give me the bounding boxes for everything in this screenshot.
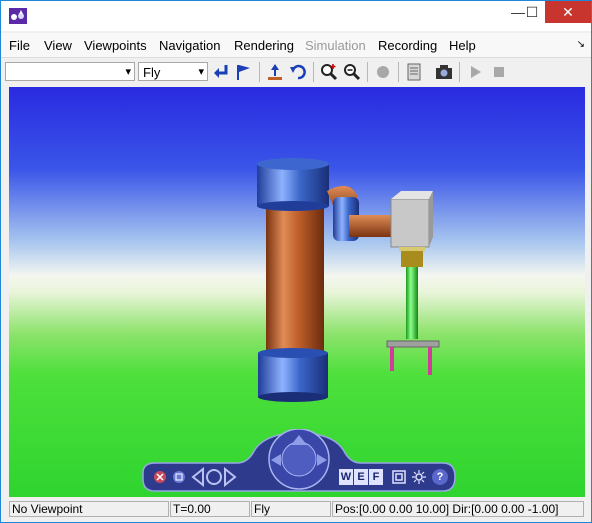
undo-move-icon[interactable] (288, 62, 308, 82)
play-disabled-icon[interactable] (465, 62, 485, 82)
app-logo-icon (9, 8, 27, 24)
status-mode: Fly (251, 501, 331, 517)
snapshot-camera-icon[interactable] (434, 62, 454, 82)
menu-view[interactable]: View (44, 38, 72, 53)
status-bar: No Viewpoint T=0.00 Fly Pos:[0.00 0.00 1… (1, 499, 591, 521)
zoom-in-icon[interactable] (319, 62, 339, 82)
examine-mode-button[interactable]: E (354, 469, 368, 485)
slide-arrows[interactable] (191, 466, 237, 488)
navigation-panel: W E F ? (139, 428, 459, 495)
headlight-icon[interactable] (411, 469, 427, 485)
close-button[interactable]: ✕ (545, 1, 591, 23)
menu-recording[interactable]: Recording (378, 38, 437, 53)
gripper-finger-right (428, 347, 432, 375)
walk-mode-button[interactable]: W (339, 469, 353, 485)
title-bar: — ☐ ✕ (1, 1, 591, 31)
toolbar-separator (259, 62, 260, 82)
toolbar-separator (398, 62, 399, 82)
fit-view-icon[interactable] (391, 469, 407, 485)
wrist-box (390, 198, 430, 248)
application-window: — ☐ ✕ File View Viewpoints Navigation Re… (0, 0, 592, 523)
toolbar-separator (367, 62, 368, 82)
toolbar-separator (459, 62, 460, 82)
zoom-out-icon[interactable] (342, 62, 362, 82)
3d-viewport[interactable]: W E F ? (9, 87, 585, 497)
menu-rendering[interactable]: Rendering (234, 38, 294, 53)
menu-file[interactable]: File (9, 38, 30, 53)
return-to-viewpoint-icon[interactable] (211, 62, 231, 82)
top-cylinder-cap (257, 164, 329, 206)
notes-icon[interactable] (404, 62, 424, 82)
chevron-down-icon: ▾ (125, 66, 131, 78)
menu-navigation[interactable]: Navigation (159, 38, 220, 53)
chevron-down-icon: ▾ (198, 66, 204, 78)
toolbar: ▾ Fly ▾ (1, 57, 591, 86)
menu-viewpoints[interactable]: Viewpoints (84, 38, 147, 53)
toolbar-separator (313, 62, 314, 82)
close-panel-icon[interactable] (153, 470, 167, 484)
move-forward-arrow[interactable] (285, 433, 313, 447)
wrist-collar (401, 249, 423, 267)
fly-mode-button[interactable]: F (369, 469, 383, 485)
main-column (266, 199, 324, 361)
turn-right-arrow[interactable] (315, 453, 329, 467)
navigation-mode-value: Fly (143, 65, 161, 80)
menu-overflow-icon[interactable]: ↘ (577, 39, 585, 50)
navigation-mode-select[interactable]: Fly ▾ (138, 62, 208, 81)
turn-left-arrow[interactable] (269, 453, 283, 467)
gripper-rod (406, 267, 418, 339)
maximize-button[interactable]: ☐ (517, 1, 547, 23)
straighten-up-icon[interactable] (265, 62, 285, 82)
flag-icon[interactable] (233, 62, 253, 82)
menu-help[interactable]: Help (449, 38, 476, 53)
record-disabled-icon[interactable] (373, 62, 393, 82)
menu-bar: File View Viewpoints Navigation Renderin… (1, 33, 591, 57)
stop-disabled-icon[interactable] (489, 62, 509, 82)
viewpoint-select[interactable]: ▾ (5, 62, 135, 81)
status-position: Pos:[0.00 0.00 10.00] Dir:[0.00 0.00 -1.… (332, 501, 584, 517)
status-viewpoint: No Viewpoint (9, 501, 169, 517)
gripper-bar (386, 340, 440, 348)
bottom-cylinder-cap (258, 353, 328, 397)
status-time: T=0.00 (170, 501, 250, 517)
minimize-panel-icon[interactable] (172, 470, 186, 484)
help-button[interactable]: ? (432, 469, 448, 485)
gripper-finger-left (390, 347, 394, 371)
menu-simulation[interactable]: Simulation (305, 38, 366, 53)
